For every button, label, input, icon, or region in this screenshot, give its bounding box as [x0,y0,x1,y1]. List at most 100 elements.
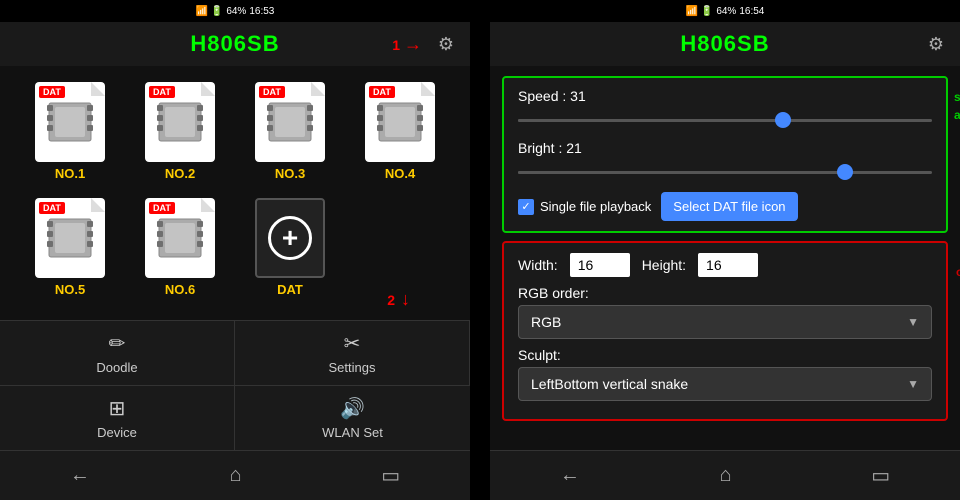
left-phone: 📶 🔋 64% 16:53 H806SB 1 → ⚙ DAT [0,0,470,500]
rgb-dropdown-wrapper: RGB order: RGB ▼ [518,285,932,339]
dat-label-5: NO.5 [55,282,85,297]
annotation-red: only for doodle [956,263,960,281]
wlan-label: WLAN Set [322,425,383,440]
width-height-row: Width: Height: [518,253,932,277]
dat-item-2[interactable]: DAT NO.2 [130,82,230,188]
film-strip-2 [157,95,203,149]
rgb-label: RGB order: [518,285,932,301]
film-strip-4 [377,95,423,149]
speed-track [518,119,932,122]
bright-track [518,171,932,174]
sculpt-dropdown-wrapper: Sculpt: LeftBottom vertical snake ▼ [518,347,932,401]
film-strip-6 [157,211,203,265]
device-icon: ⊞ [109,396,126,421]
dat-item-5[interactable]: DAT NO.5 [20,198,120,304]
right-app-header: H806SB ⚙ [490,22,960,66]
nav-wlan[interactable]: 🔊 WLAN Set [235,385,470,450]
nav-bottom-bar: ← ⌂ ▭ [0,451,470,500]
bright-row: Bright : 21 [518,140,932,156]
film-strip-3 [267,95,313,149]
dat-item-6[interactable]: DAT NO.6 [130,198,230,304]
dat-file-icon-2: DAT [145,82,215,162]
film-strip-5 [47,211,93,265]
single-playback-label: Single file playback [540,199,651,214]
left-app-header: H806SB 1 → ⚙ [0,22,470,66]
right-phone: 📶 🔋 64% 16:54 H806SB ⚙ set speed,brighta… [490,0,960,500]
annotation-green: set speed,brightand play mode [954,88,960,124]
doodle-label: Doodle [96,360,137,375]
dat-file-icon-6: DAT [145,198,215,278]
speed-thumb[interactable] [775,112,791,128]
arrow-down-icon: ↓ [401,289,410,310]
left-gear-icon[interactable]: ⚙ [438,34,454,55]
speed-bright-section: set speed,brightand play mode Speed : 31… [502,76,948,233]
right-back-button[interactable]: ← [540,460,600,491]
bright-label: Bright : 21 [518,140,608,156]
annotation-2-number: 2 [387,292,395,308]
speed-label: Speed : 31 [518,88,608,104]
phone-divider [470,0,490,500]
dat-label-add: DAT [277,282,303,297]
annotation-1-number: 1 [392,37,400,53]
doodle-section: only for doodle Width: Height: RGB order… [502,241,948,421]
dat-file-icon-1: DAT [35,82,105,162]
settings-label: Settings [329,360,376,375]
dat-file-icon-5: DAT [35,198,105,278]
dat-item-1[interactable]: DAT NO.1 [20,82,120,188]
sculpt-value: LeftBottom vertical snake [531,376,688,392]
dat-add-item[interactable]: + DAT [240,198,340,304]
nav-doodle[interactable]: ✏ Doodle [0,321,235,385]
sculpt-dropdown-arrow: ▼ [907,377,919,391]
dat-item-3[interactable]: DAT NO.3 [240,82,340,188]
height-label: Height: [642,257,686,273]
right-recents-button[interactable]: ▭ [851,459,910,492]
left-app-title: H806SB [190,31,279,57]
nav-settings[interactable]: ✂ Settings [235,321,470,385]
rgb-value: RGB [531,314,561,330]
dat-file-grid: DAT NO.1 DAT [0,66,470,320]
speed-fill [518,119,787,122]
single-playback-checkbox[interactable]: ✓ [518,199,534,215]
single-playback-wrap: ✓ Single file playback [518,199,651,215]
device-label: Device [97,425,137,440]
width-input[interactable] [570,253,630,277]
recents-button[interactable]: ▭ [361,459,420,492]
right-status-icons: 📶 🔋 64% 16:54 [686,6,765,17]
height-input[interactable] [698,253,758,277]
wlan-icon: 🔊 [340,396,365,421]
left-status-icons: 📶 🔋 64% 16:53 [196,6,275,17]
back-button[interactable]: ← [50,460,110,491]
dat-item-4[interactable]: DAT NO.4 [350,82,450,188]
left-status-bar: 📶 🔋 64% 16:53 [0,0,470,22]
bright-thumb[interactable] [837,164,853,180]
dat-label-3: NO.3 [275,166,305,181]
right-bottom-bar: ← ⌂ ▭ [490,450,960,500]
width-label: Width: [518,257,558,273]
nav-device[interactable]: ⊞ Device [0,385,235,450]
bottom-nav: ✏ Doodle ✂ Settings ⊞ Device 🔊 WLAN Set … [0,320,470,500]
nav-grid: ✏ Doodle ✂ Settings ⊞ Device 🔊 WLAN Set [0,321,470,451]
speed-slider[interactable] [518,110,932,130]
rgb-dropdown[interactable]: RGB ▼ [518,305,932,339]
dat-label-2: NO.2 [165,166,195,181]
dat-label-1: NO.1 [55,166,85,181]
sculpt-dropdown[interactable]: LeftBottom vertical snake ▼ [518,367,932,401]
doodle-icon: ✏ [109,331,126,356]
bright-slider[interactable] [518,162,932,182]
playback-row: ✓ Single file playback Select DAT file i… [518,192,932,221]
right-status-bar: 📶 🔋 64% 16:54 [490,0,960,22]
dat-add-icon: + [255,198,325,278]
select-dat-button[interactable]: Select DAT file icon [661,192,797,221]
settings-content: set speed,brightand play mode Speed : 31… [490,66,960,450]
dat-label-4: NO.4 [385,166,415,181]
right-gear-icon[interactable]: ⚙ [928,34,944,55]
bright-fill [518,171,849,174]
rgb-dropdown-arrow: ▼ [907,315,919,329]
dat-file-icon-4: DAT [365,82,435,162]
speed-row: Speed : 31 [518,88,932,104]
dat-label-6: NO.6 [165,282,195,297]
film-strip-1 [47,95,93,149]
right-home-button[interactable]: ⌂ [699,460,751,491]
home-button[interactable]: ⌂ [209,460,261,491]
right-app-title: H806SB [680,31,769,57]
